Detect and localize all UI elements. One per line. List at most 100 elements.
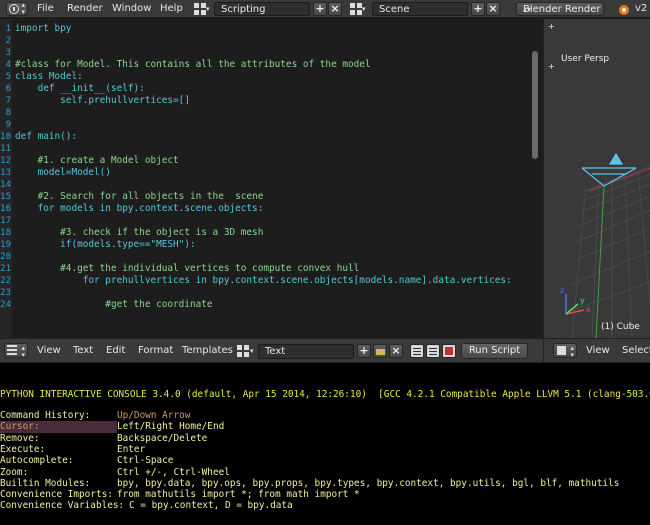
viewport-editor-type-button[interactable]: ▴ ▾ [553,343,577,359]
chevron-icon: ▾ [250,347,254,355]
console-value: Backspace/Delete [117,432,208,444]
console-value: Ctrl +/-, Ctrl-Wheel [117,466,230,478]
menu-templates[interactable]: Templates [182,339,233,363]
3d-viewport[interactable]: + User Persp x y z (1) Cube [543,46,650,338]
code-line[interactable]: #3. check if the object is a 3D mesh [15,227,263,239]
code-line[interactable]: for prehullvertices in bpy.context.scene… [15,275,512,287]
menu-text[interactable]: Text [73,339,93,363]
scrollbar-top [531,21,539,46]
line-number: 13 [0,168,11,178]
code-line[interactable]: #get the coordinate [15,299,212,311]
menu-render[interactable]: Render [67,0,103,18]
code-line[interactable]: #class for Model. This contains all the … [15,59,371,71]
chevron-icon: ▴ ▾ [570,344,574,359]
line-number: 14 [0,180,11,190]
code-line[interactable]: import bpy [15,23,71,35]
scene-icon[interactable] [350,3,362,15]
editor-type-button[interactable]: ▴ ▾ [4,343,28,359]
add-scene-button[interactable]: + [471,2,485,16]
line-number: 20 [0,252,11,262]
line-number: 8 [5,108,11,118]
menu-edit[interactable]: Edit [106,339,125,363]
line-number: 10 [0,132,11,142]
info-icon [9,4,19,14]
code-line[interactable]: def main(): [15,131,77,143]
screen-layout-field[interactable]: Scripting [214,2,310,16]
svg-text:y: y [580,296,585,305]
menu-view[interactable]: View [37,339,61,363]
version-label: v2 [635,3,648,14]
text-editor-header: ▴ ▾ View Text Edit Format Templates ▾ Tex… [0,338,650,363]
scene-field[interactable]: Scene [372,2,468,16]
chevron-down-icon: ▴▾ [523,5,532,14]
console-key: Convenience Variables: [0,500,125,512]
menu-select[interactable]: Select [622,339,650,363]
line-numbers-toggle-icon[interactable] [410,344,424,358]
menu-window[interactable]: Window [112,0,151,18]
code-line[interactable]: #2. Search for all objects in the scene [15,191,264,203]
menu-format[interactable]: Format [138,339,173,363]
screen-layout-icon[interactable] [194,3,206,15]
menu-help[interactable]: Help [160,0,183,18]
open-folder-icon[interactable] [373,344,387,358]
plus-icon[interactable]: + [548,22,555,31]
code-line[interactable]: #1. create a Model object [15,155,179,167]
chevron-icon: ▴ ▾ [21,344,25,359]
code-line[interactable]: if(models.type=="MESH"): [15,239,195,251]
text-datablock-name: Text [265,346,286,357]
code-line[interactable]: model=Model() [15,167,111,179]
console-key: Execute: [0,443,46,455]
code-line[interactable]: def __init__(self): [15,83,145,95]
line-number: 5 [5,72,11,82]
console-value: Left/Right Home/End [117,421,225,433]
render-engine-dropdown[interactable]: Blender Render ▴▾ [516,2,604,16]
line-number: 15 [0,192,11,202]
chevron-icon: ▴ ▾ [21,1,25,16]
scrollbar[interactable] [531,46,539,338]
line-number: 12 [0,156,11,166]
active-object-label: (1) Cube [601,322,640,332]
console-key: Command History: [0,410,91,421]
console-key: Builtin Modules: [0,477,91,489]
new-text-button[interactable]: + [357,344,371,358]
console-key: Zoom: [0,466,29,478]
console-key: Cursor: [0,421,117,433]
add-screen-button[interactable]: + [313,2,327,16]
delete-screen-button[interactable]: × [328,2,342,16]
line-number: 21 [0,264,11,274]
line-number: 4 [5,60,11,70]
code-line[interactable]: self.prehullvertices=[] [15,95,190,107]
code-line[interactable]: for models in bpy.context.scene.objects: [15,203,264,215]
syntax-highlight-toggle-icon[interactable] [442,344,456,358]
run-script-button[interactable]: Run Script [461,343,528,359]
menu-file[interactable]: File [37,0,54,18]
console-key: Remove: [0,432,40,444]
divider [543,339,544,363]
grid-floor: x y z [560,152,650,338]
text-editor[interactable]: 3 4 #class for Model. This contains all th… [0,46,543,338]
line-number: 6 [5,84,11,94]
code-line[interactable]: class Model: [15,71,83,83]
console-key: Convenience Imports: [0,489,113,501]
screen-layout-name: Scripting [221,4,266,15]
cube-icon [557,346,566,355]
text-datablock-field[interactable]: Text [258,344,354,359]
delete-scene-button[interactable]: × [486,2,500,16]
line-number: 23 [0,288,11,298]
editor-type-button[interactable]: ▴ ▾ [6,2,28,16]
console-value: from mathutils import *; from math impor… [117,489,360,501]
unlink-text-button[interactable]: × [389,344,403,358]
console-key: Autocomplete: [0,455,74,467]
line-number: 22 [0,276,11,286]
line-number: 9 [5,120,11,130]
scrollbar-thumb[interactable] [532,51,538,159]
word-wrap-toggle-icon[interactable] [426,344,440,358]
text-datablock-icon[interactable] [237,345,249,357]
info-header: ▴ ▾ File Render Window Help ▾ Scripting +… [0,0,650,18]
code-line[interactable]: #4.get the individual vertices to comput… [15,263,359,275]
menu-view-viewport[interactable]: View [586,339,610,363]
line-number: 19 [0,240,11,250]
line-number: 24 [0,300,11,310]
line-number: 1 [5,24,11,34]
python-console[interactable]: PYTHON INTERACTIVE CONSOLE 3.4.0 (defaul… [0,363,650,525]
